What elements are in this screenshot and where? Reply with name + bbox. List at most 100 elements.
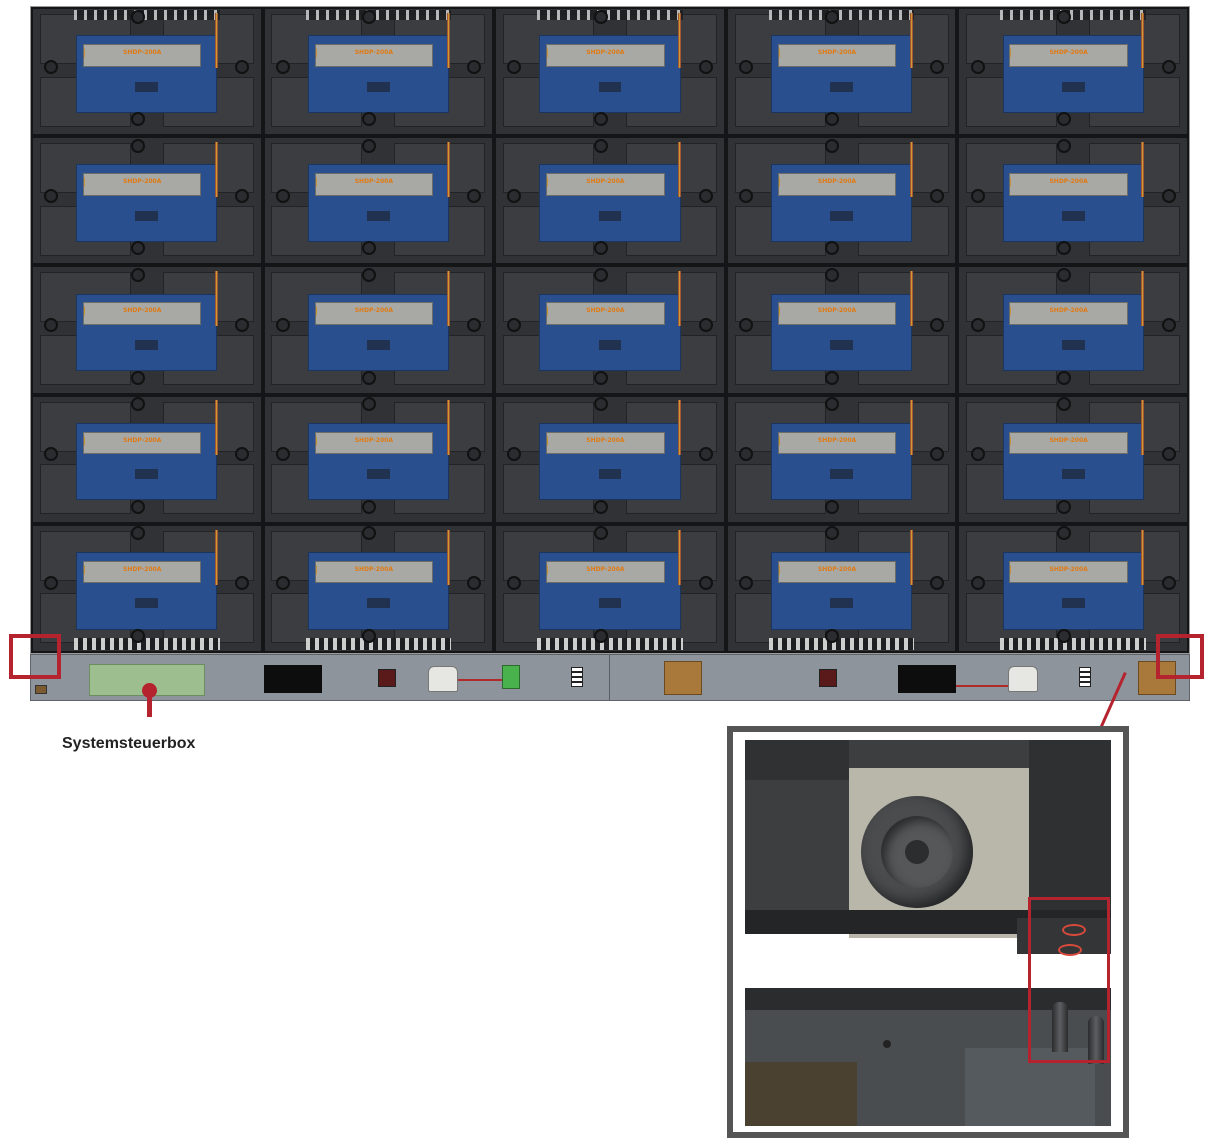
power-supply-unit: SHDP-200A: [777, 44, 897, 67]
mounting-hole: [362, 526, 377, 541]
rail-small-connector: [35, 685, 47, 694]
power-cable: [1141, 271, 1145, 327]
mounting-hole: [1161, 447, 1176, 462]
led-cabinet: SHDP-200A: [957, 394, 1189, 524]
power-cable: [909, 529, 913, 585]
led-wall: SHDP-200A SHDP-200A SHDP-200A SHDP-200A SHDP…: [30, 6, 1190, 654]
mounting-hole: [130, 267, 145, 282]
power-supply-unit: SHDP-200A: [314, 302, 433, 325]
mounting-hole: [275, 576, 290, 591]
rail-black-module-left: [264, 665, 322, 693]
led-cabinet: SHDP-200A: [725, 523, 958, 653]
led-cabinet: SHDP-200A: [957, 136, 1189, 266]
power-cable: [215, 141, 219, 198]
led-cabinet: SHDP-200A: [494, 136, 726, 266]
mounting-hole: [1057, 241, 1072, 256]
mounting-hole: [44, 447, 59, 462]
lower-rail-brown-part: [745, 1062, 857, 1126]
mounting-hole: [1057, 9, 1072, 24]
led-cabinet: SHDP-200A: [494, 394, 726, 524]
mounting-hole: [593, 628, 608, 643]
cabinet-label-sticker: [1061, 81, 1085, 92]
cabinet-label-sticker: [830, 81, 853, 92]
power-supply-unit: SHDP-200A: [314, 431, 433, 455]
mounting-hole: [593, 112, 608, 127]
mounting-hole: [930, 317, 945, 332]
rail-green-board: [502, 665, 520, 689]
cabinet-label-sticker: [598, 339, 622, 350]
cabinet-top-vents: [1000, 10, 1146, 21]
cabinet-bottom-vents: [768, 638, 915, 650]
power-supply-unit: SHDP-200A: [777, 173, 897, 196]
power-cable: [1141, 400, 1145, 456]
cabinet-label-sticker: [830, 210, 853, 221]
highlight-left-corner: [9, 634, 61, 679]
mounting-hole: [507, 576, 522, 591]
power-cable: [909, 141, 913, 198]
mounting-hole: [593, 526, 608, 541]
mounting-hole: [593, 370, 608, 385]
cabinet-top-vents: [305, 10, 452, 21]
mounting-hole: [930, 447, 945, 462]
mounting-hole: [1057, 526, 1072, 541]
mounting-hole: [507, 188, 522, 203]
mounting-hole: [130, 499, 145, 514]
mounting-hole: [362, 267, 377, 282]
led-cabinet: SHDP-200A: [725, 7, 958, 137]
callout-pin-line: [147, 689, 152, 717]
system-control-box-caption: Systemsteuerbox: [62, 735, 196, 752]
mounting-hole: [362, 138, 377, 153]
led-cabinet: SHDP-200A: [31, 265, 263, 395]
power-cable: [446, 400, 450, 456]
mounting-hole: [739, 576, 753, 591]
cabinet-label-sticker: [1061, 469, 1085, 480]
mounting-hole: [275, 59, 290, 74]
mounting-hole: [130, 526, 145, 541]
cabinet-top-vents: [768, 10, 915, 21]
cabinet-label-sticker: [598, 469, 622, 480]
cabinet-top-vents: [73, 10, 220, 21]
cabinet-label-sticker: [830, 469, 853, 480]
power-supply-unit: SHDP-200A: [546, 302, 665, 325]
power-cable: [215, 271, 219, 327]
cabinet-bottom-vents: [537, 638, 683, 650]
mounting-hole: [362, 112, 377, 127]
power-supply-unit: SHDP-200A: [546, 173, 665, 196]
mounting-hole: [739, 317, 753, 332]
led-cabinet: SHDP-200A: [262, 265, 495, 395]
led-cabinet: SHDP-200A: [262, 523, 495, 653]
power-cable: [446, 12, 450, 68]
mounting-hole: [970, 576, 985, 591]
mounting-hole: [930, 59, 945, 74]
mounting-hole: [825, 397, 840, 412]
rail-cable-left: [458, 679, 504, 681]
power-cable: [215, 12, 219, 68]
mounting-hole: [1161, 317, 1176, 332]
cabinet-label-sticker: [1061, 339, 1085, 350]
rail-connector-left: [378, 669, 396, 687]
mounting-hole: [1161, 59, 1176, 74]
mounting-hole: [593, 267, 608, 282]
power-supply-unit: SHDP-200A: [83, 302, 202, 325]
mounting-hole: [739, 188, 753, 203]
mounting-hole: [235, 59, 250, 74]
cabinet-bottom-vents: [305, 638, 452, 650]
rail-terminal-right: [1079, 667, 1091, 687]
mounting-hole: [930, 188, 945, 203]
mounting-hole: [235, 188, 250, 203]
alignment-knob-hole: [905, 840, 929, 864]
rail-connector-right: [819, 669, 837, 687]
mounting-hole: [44, 188, 59, 203]
led-cabinet: SHDP-200A: [262, 136, 495, 266]
led-cabinet: SHDP-200A: [262, 7, 495, 137]
power-supply-unit: SHDP-200A: [546, 44, 665, 67]
cabinet-label-sticker: [1061, 598, 1085, 609]
cabinet-label-sticker: [367, 469, 390, 480]
mounting-hole: [970, 317, 985, 332]
mounting-hole: [235, 576, 250, 591]
mounting-hole: [593, 138, 608, 153]
power-cable: [446, 271, 450, 327]
led-cabinet: SHDP-200A: [725, 136, 958, 266]
power-cable: [215, 529, 219, 585]
power-supply-unit: SHDP-200A: [314, 44, 433, 67]
